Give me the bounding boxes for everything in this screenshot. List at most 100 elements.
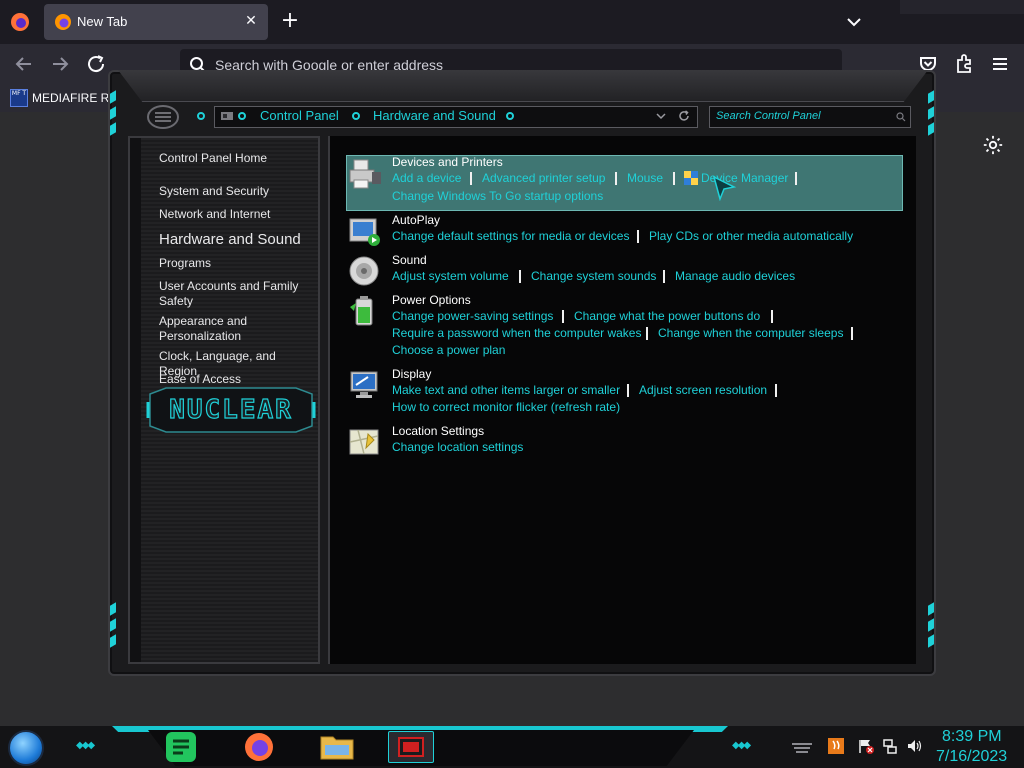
category-sound[interactable]: Sound [392,253,427,267]
link-separator [519,270,521,283]
link-separator [646,327,648,340]
nav-dot-icon [197,112,205,120]
link-add-device[interactable]: Add a device [392,171,461,185]
tab-title: New Tab [77,14,128,29]
link-separator [562,310,564,323]
link-windows-to-go[interactable]: Change Windows To Go startup options [392,189,603,203]
speaker-icon[interactable] [348,255,382,287]
link-separator [771,310,773,323]
link-monitor-flicker[interactable]: How to correct monitor flicker (refresh … [392,400,620,414]
link-change-location[interactable]: Change location settings [392,440,523,454]
link-screen-resolution[interactable]: Adjust screen resolution [639,383,767,397]
search-placeholder: Search Control Panel [716,110,821,122]
link-separator [795,172,797,185]
monitor-icon[interactable] [348,369,382,401]
category-devices-printers[interactable]: Devices and Printers [392,155,503,169]
back-forward-orb-icon[interactable] [146,103,180,131]
breadcrumb-hardware-sound[interactable]: Hardware and Sound [373,108,496,123]
link-power-plan[interactable]: Choose a power plan [392,343,505,357]
autoplay-icon[interactable] [348,216,382,248]
taskbar-clock-time[interactable]: 8:39 PM [942,728,1002,746]
menu-icon[interactable] [988,52,1012,76]
close-icon[interactable]: ✕ [242,12,260,30]
link-separator [663,270,665,283]
printer-icon[interactable] [348,158,382,190]
nav-hardware-sound: Hardware and Sound [159,231,301,248]
location-icon[interactable] [348,426,382,458]
link-separator [851,327,853,340]
link-power-saving[interactable]: Change power-saving settings [392,309,553,323]
firefox-view-icon[interactable] [10,12,30,32]
taskbar-app-control-panel[interactable] [388,731,434,763]
category-autoplay[interactable]: AutoPlay [392,213,440,227]
taskbar-chevron-icon: ◆◆◆ [732,740,751,751]
bookmark-mediafire[interactable]: MEDIAFIRE RO [32,91,119,105]
nav-system-security[interactable]: System and Security [159,184,317,199]
link-separator [615,172,617,185]
link-text-larger[interactable]: Make text and other items larger or smal… [392,383,620,397]
window-title-frame [118,70,928,102]
link-power-buttons[interactable]: Change what the power buttons do [574,309,760,323]
chevron-down-icon[interactable] [655,111,667,121]
control-panel-icon [398,737,424,757]
link-separator [673,172,675,185]
search-control-panel-input[interactable]: Search Control Panel [709,106,911,128]
start-button[interactable] [8,730,44,766]
link-separator [637,230,639,243]
firefox-icon [55,14,71,30]
nav-programs[interactable]: Programs [159,256,317,271]
search-icon [896,112,906,122]
tabstrip-decoration [900,0,1024,14]
link-separator [470,172,472,185]
taskbar-chevron-icon: ◆◆◆ [76,740,95,751]
action-center-flag-icon[interactable] [858,738,874,754]
link-computer-sleeps[interactable]: Change when the computer sleeps [658,326,843,340]
new-tab-button[interactable]: + [278,10,302,34]
link-mouse[interactable]: Mouse [627,171,663,185]
battery-icon[interactable] [348,295,382,327]
breadcrumb-separator-icon [506,112,514,120]
chevron-down-icon[interactable] [842,10,866,34]
category-power-options[interactable]: Power Options [392,293,471,307]
breadcrumb-separator-icon [352,112,360,120]
refresh-icon[interactable] [677,109,691,123]
tab-new-tab[interactable]: New Tab ✕ [44,4,268,40]
gear-icon[interactable] [982,134,1004,156]
firefox-icon [245,733,273,761]
extensions-icon[interactable] [952,52,976,76]
breadcrumb-control-panel[interactable]: Control Panel [260,108,339,123]
mediafire-icon: MF T [10,89,28,107]
category-display[interactable]: Display [392,367,431,381]
nav-user-accounts[interactable]: User Accounts and Family Safety [159,279,317,309]
link-require-password[interactable]: Require a password when the computer wak… [392,326,641,340]
nav-network-internet[interactable]: Network and Internet [159,207,317,222]
link-change-default-media[interactable]: Change default settings for media or dev… [392,229,629,243]
breadcrumb-separator-icon [238,112,246,120]
forward-arrow-icon[interactable] [48,52,72,76]
link-advanced-printer-setup[interactable]: Advanced printer setup [482,171,605,185]
volume-icon[interactable] [906,738,922,754]
back-arrow-icon[interactable] [12,52,36,76]
nuclear-logo: NUCLEAR [146,387,316,433]
network-icon[interactable] [882,738,898,754]
taskbar-app-notes[interactable] [158,731,204,763]
nav-appearance[interactable]: Appearance and Personalization [159,314,317,344]
notes-icon [166,732,196,762]
device-manager-shield-icon [684,171,698,185]
folder-icon [320,736,354,760]
link-adjust-volume[interactable]: Adjust system volume [392,269,509,283]
link-separator [775,384,777,397]
taskbar-app-firefox[interactable] [236,731,282,763]
control-panel-icon [221,112,233,120]
link-play-cds[interactable]: Play CDs or other media automatically [649,229,853,243]
taskbar-clock-date[interactable]: 7/16/2023 [936,748,1007,766]
java-icon[interactable] [828,738,844,754]
tray-lines-icon[interactable] [790,740,814,756]
link-change-sounds[interactable]: Change system sounds [531,269,656,283]
category-location-settings[interactable]: Location Settings [392,424,484,438]
link-separator [627,384,629,397]
taskbar-app-explorer[interactable] [314,731,360,763]
nav-control-panel-home[interactable]: Control Panel Home [159,151,317,166]
reload-icon[interactable] [84,52,108,76]
link-manage-audio[interactable]: Manage audio devices [675,269,795,283]
